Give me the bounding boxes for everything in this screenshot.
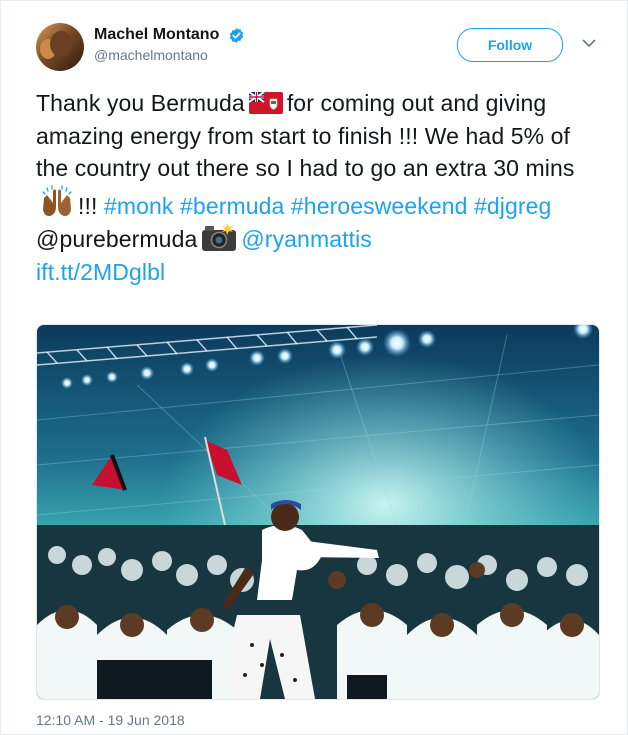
chevron-down-icon[interactable]	[581, 35, 597, 51]
tweet-card: Machel Montano @machelmontano Follow Tha…	[0, 0, 628, 735]
verified-badge-icon	[229, 27, 243, 43]
tweet-text-part: !!!	[78, 192, 98, 219]
hashtag-djgreg-link[interactable]: #djgreg	[474, 193, 551, 219]
avatar[interactable]	[36, 23, 84, 71]
tweet-photo[interactable]	[36, 324, 600, 700]
mention-ryanmattis-link[interactable]: @ryanmattis	[241, 226, 372, 252]
author-names: Machel Montano @machelmontano	[94, 26, 245, 63]
hashtag-monk-link[interactable]: #monk	[104, 193, 174, 219]
follow-button[interactable]: Follow	[457, 28, 563, 62]
tweet-header: Machel Montano @machelmontano Follow	[36, 23, 606, 75]
bermuda-flag-icon	[248, 92, 283, 114]
raised-hands-icon	[42, 184, 72, 216]
hashtag-bermuda-link[interactable]: #bermuda	[180, 193, 284, 219]
hashtag-heroesweekend-link[interactable]: #heroesweekend	[291, 193, 468, 219]
tweet-text-part: Thank you Bermuda	[36, 90, 245, 116]
author-handle[interactable]: @machelmontano	[94, 47, 245, 63]
camera-flash-icon	[202, 223, 237, 251]
concert-photo-image	[37, 325, 599, 699]
author-display-name[interactable]: Machel Montano	[94, 26, 219, 44]
tweet-text: Thank you Bermuda for coming out and giv…	[36, 87, 601, 288]
tweet-timestamp[interactable]: 12:10 AM - 19 Jun 2018	[36, 712, 185, 728]
tweet-url-link[interactable]: ift.tt/2MDglbl	[36, 259, 165, 285]
mention-purebermuda: @purebermuda	[36, 226, 198, 252]
